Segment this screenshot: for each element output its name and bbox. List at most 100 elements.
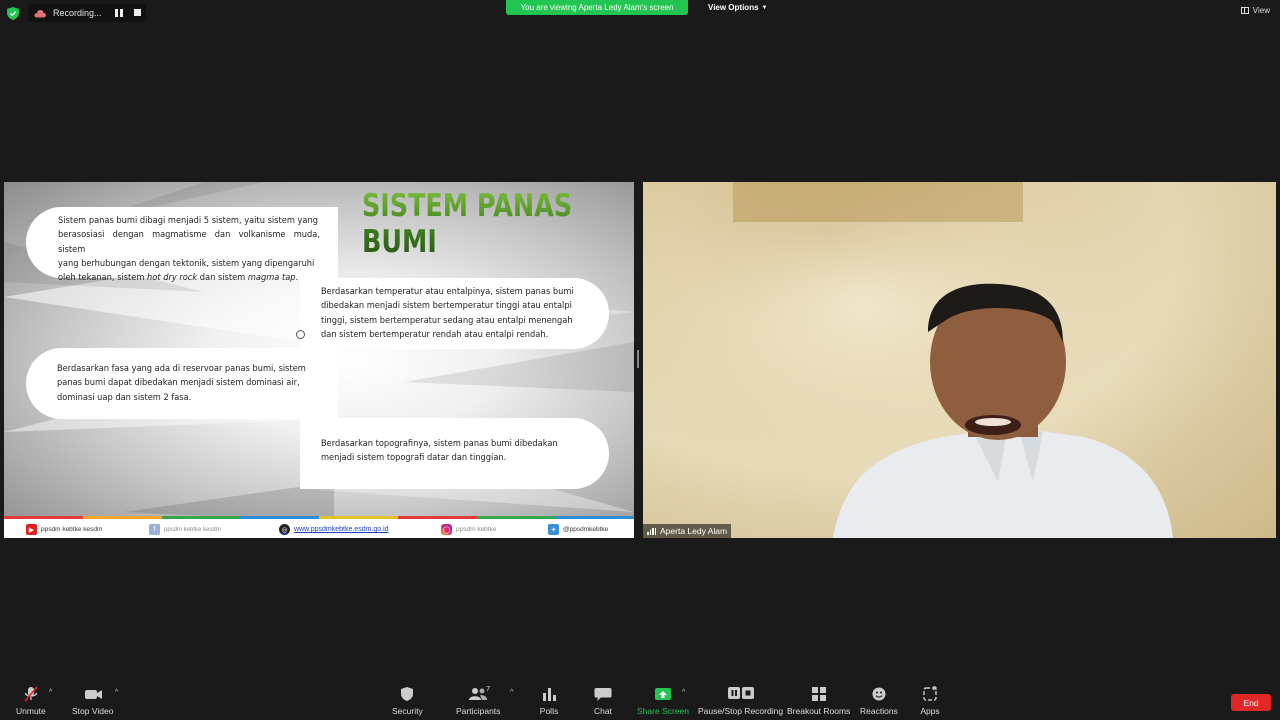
instagram-icon: ◯ <box>441 524 452 535</box>
participant-video[interactable]: Aperta Ledy Alam <box>643 182 1276 538</box>
color-strip-segment <box>397 516 477 519</box>
bubble-1-line-4: oleh tekanan, sistem hot dry rock dan si… <box>58 272 299 284</box>
bubble-2-line-2: dibedakan menjadi sistem bertemperatur t… <box>321 300 572 312</box>
footer-twitter-text: @ppsdmkebtke <box>563 526 609 533</box>
pause-stop-recording-button[interactable]: Pause/Stop Recording <box>698 686 783 716</box>
unmute-button[interactable]: Unmute <box>16 686 46 716</box>
participants-label: Participants <box>456 706 501 716</box>
breakout-rooms-label: Breakout Rooms <box>787 706 851 716</box>
participants-options-chevron-icon[interactable]: ^ <box>510 689 516 696</box>
reactions-smiley-icon <box>872 687 886 701</box>
slide-text-bubble-4: Berdasarkan topografinya, sistem panas b… <box>300 418 609 489</box>
speaker-figure <box>643 182 1276 538</box>
pause-stop-recording-icon <box>727 687 754 699</box>
apps-label: Apps <box>920 706 940 716</box>
slide-text-bubble-3: Berdasarkan fasa yang ada di reservoar p… <box>26 348 338 419</box>
zoom-meeting-window: Recording... You are viewing Aperta Ledy… <box>0 0 1280 720</box>
color-strip-segment <box>82 516 162 519</box>
color-strip-segment <box>161 516 241 519</box>
footer-youtube-text: ppsdm kebtke kesdm <box>41 526 103 533</box>
view-label: View <box>1252 6 1270 15</box>
facebook-icon: f <box>149 524 160 535</box>
bubble-4-line-1: Berdasarkan topografinya, sistem panas b… <box>321 438 558 449</box>
recording-indicator: Recording... <box>28 4 146 22</box>
footer-website-text: www.ppsdmkebtke.esdm.go.id <box>294 526 389 533</box>
polls-button[interactable]: Polls <box>538 686 560 716</box>
chat-bubble-icon <box>594 688 612 701</box>
video-options-chevron-icon[interactable]: ^ <box>115 689 121 696</box>
bubble-3-line-1: Berdasarkan fasa yang ada di reservoar p… <box>57 363 306 374</box>
stop-video-label: Stop Video <box>72 706 114 716</box>
color-strip-segment <box>319 516 398 519</box>
slide-footer: ▶ ppsdm kebtke kesdm f ppsdm kebtke kesd… <box>4 516 634 538</box>
color-strip-segment <box>555 516 634 519</box>
stop-video-button[interactable]: Stop Video <box>72 686 113 716</box>
footer-website: ◎ www.ppsdmkebtke.esdm.go.id <box>279 524 389 535</box>
bubble-2-line-3: tinggi, sistem bertemperatur sedang atau… <box>321 314 573 326</box>
bubble-2-line-1: Berdasarkan temperatur atau entalpinya, … <box>321 286 574 297</box>
recording-text: Recording... <box>53 8 102 18</box>
participant-name-tag: Aperta Ledy Alam <box>643 524 732 538</box>
audio-options-chevron-icon[interactable]: ^ <box>49 689 55 696</box>
twitter-icon: ✦ <box>548 524 559 535</box>
polls-label: Polls <box>539 706 559 716</box>
shared-screen-slide: SISTEM PANAS BUMI Sistem panas bumi diba… <box>4 182 634 538</box>
security-label: Security <box>392 706 423 716</box>
end-meeting-button[interactable]: End <box>1231 694 1271 711</box>
bubble-4-line-2: menjadi sistem topografi datar dan tingg… <box>321 452 507 464</box>
breakout-rooms-icon <box>811 687 826 701</box>
pause-recording-icon[interactable] <box>115 9 123 17</box>
color-strip <box>4 516 634 519</box>
youtube-icon: ▶ <box>26 524 37 535</box>
signal-strength-icon <box>647 527 656 535</box>
top-bar: Recording... You are viewing Aperta Ledy… <box>0 0 1280 26</box>
panel-splitter-handle[interactable] <box>637 350 639 368</box>
cloud-recording-icon <box>34 9 46 17</box>
bubble-1-line-2: berasosiasi dengan magmatisme dan volkan… <box>58 229 320 255</box>
reactions-button[interactable]: Reactions <box>860 686 898 716</box>
grid-view-icon <box>1240 7 1249 14</box>
slide-title: SISTEM PANAS BUMI <box>362 188 585 260</box>
slide-text-bubble-1: Sistem panas bumi dibagi menjadi 5 siste… <box>26 207 338 283</box>
chevron-down-icon: ▼ <box>761 4 768 11</box>
globe-icon: ◎ <box>279 524 290 535</box>
footer-facebook-text: ppsdm kebtke kesdm <box>164 526 221 533</box>
bubble-2-line-4: dan sistem bertemperatur rendah atau ent… <box>321 328 549 340</box>
meeting-toolbar: Unmute ^ Stop Video ^ Security 7 Partici… <box>0 682 1280 720</box>
stop-recording-icon[interactable] <box>134 9 141 16</box>
color-strip-segment <box>240 516 319 519</box>
reactions-label: Reactions <box>860 706 898 716</box>
color-strip-segment <box>476 516 556 519</box>
unmute-label: Unmute <box>16 706 46 716</box>
footer-facebook: f ppsdm kebtke kesdm <box>149 524 221 535</box>
polls-icon <box>543 688 556 701</box>
footer-instagram-text: ppsdm kebtke <box>456 526 497 533</box>
security-button[interactable]: Security <box>392 686 423 716</box>
muted-microphone-icon <box>24 686 38 702</box>
share-screen-icon <box>654 688 671 700</box>
view-options-button[interactable]: View Options ▼ <box>704 0 771 15</box>
shield-icon[interactable] <box>7 7 19 20</box>
viewing-screen-banner: You are viewing Aperta Ledy Alam's scree… <box>506 0 688 15</box>
footer-instagram: ◯ ppsdm kebtke <box>441 524 496 535</box>
view-button[interactable]: View <box>1240 6 1270 15</box>
security-shield-icon <box>401 687 414 701</box>
video-camera-icon <box>84 690 102 699</box>
share-options-chevron-icon[interactable]: ^ <box>682 689 688 696</box>
apps-icon <box>923 686 937 701</box>
color-strip-segment <box>4 516 83 519</box>
participants-count: 7 <box>486 684 491 693</box>
slide-text-bubble-2: Berdasarkan temperatur atau entalpinya, … <box>300 278 609 349</box>
footer-twitter: ✦ @ppsdmkebtke <box>548 524 608 535</box>
bubble-3-line-2: panas bumi dapat dibedakan menjadi siste… <box>57 377 300 389</box>
chat-button[interactable]: Chat <box>592 686 614 716</box>
view-options-label: View Options <box>708 3 759 12</box>
apps-button[interactable]: Apps <box>919 686 941 716</box>
bubble-1-line-1: Sistem panas bumi dibagi menjadi 5 siste… <box>58 215 318 226</box>
bubble-3-line-3: dominasi uap dan sistem 2 fasa. <box>57 391 192 403</box>
footer-youtube: ▶ ppsdm kebtke kesdm <box>26 524 102 535</box>
participants-button[interactable]: 7 Participants <box>456 684 501 716</box>
breakout-rooms-button[interactable]: Breakout Rooms <box>787 686 850 716</box>
share-screen-label: Share Screen <box>637 706 689 716</box>
pointer-cursor-icon <box>296 330 305 339</box>
